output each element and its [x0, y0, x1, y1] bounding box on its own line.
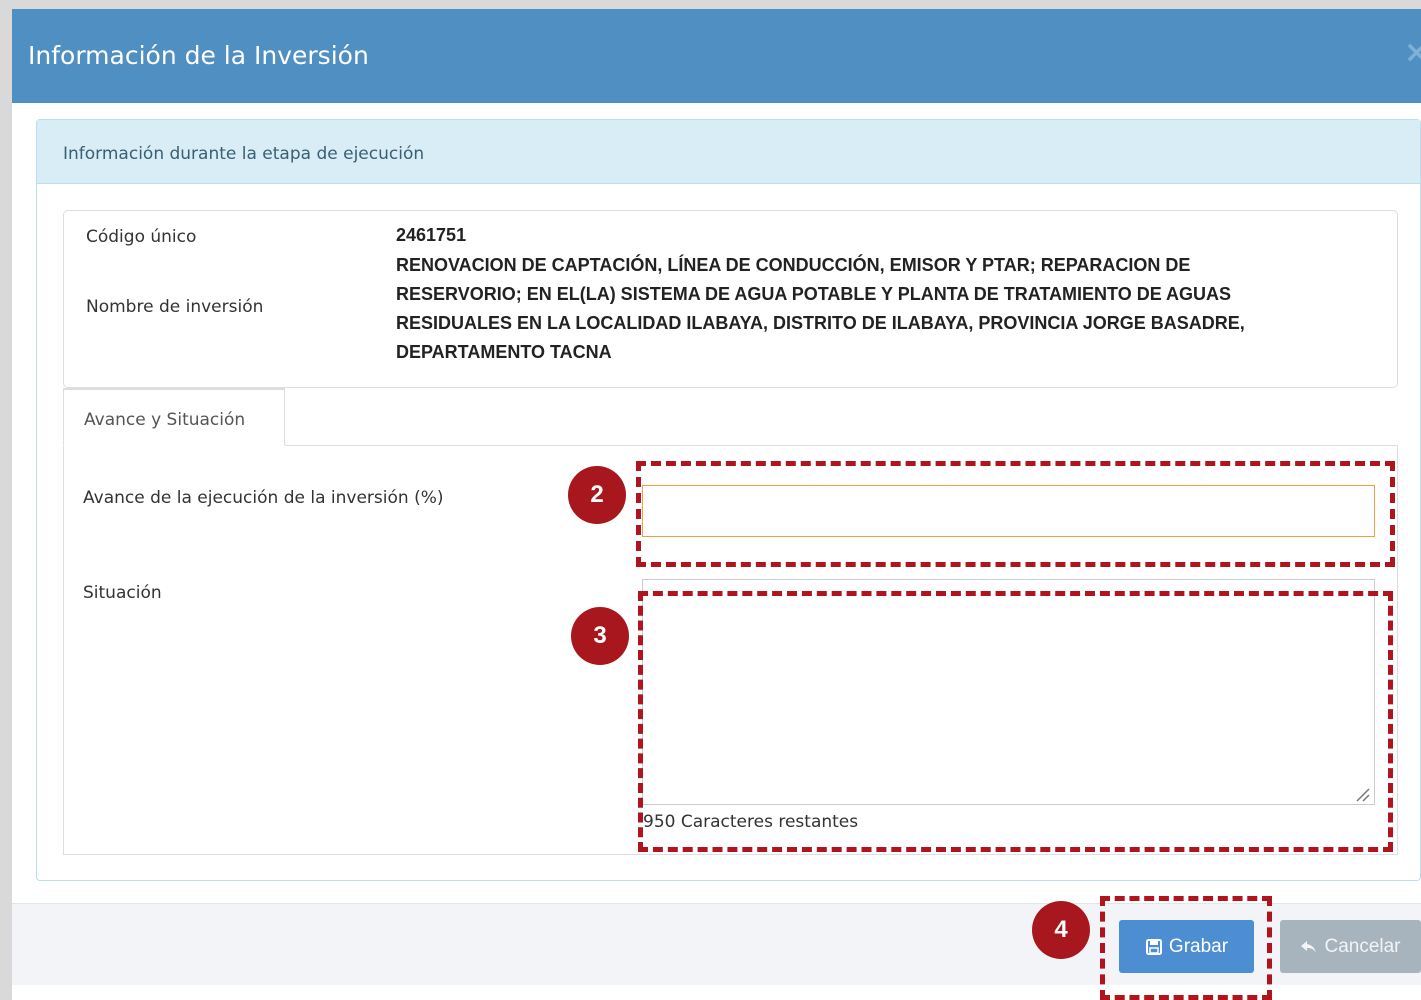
- cancelar-label: Cancelar: [1324, 935, 1401, 957]
- situacion-textarea[interactable]: [642, 579, 1375, 805]
- grabar-label: Grabar: [1168, 935, 1229, 957]
- tab-content: Avance de la ejecución de la inversión (…: [63, 445, 1398, 855]
- codigo-value: 2461751: [396, 225, 467, 245]
- avance-label: Avance de la ejecución de la inversión (…: [83, 488, 444, 508]
- annotation-badge-4: 4: [1032, 901, 1090, 959]
- situacion-label: Situación: [83, 583, 162, 603]
- tab-avance-situacion[interactable]: Avance y Situación: [63, 388, 285, 446]
- panel-heading-text: Información durante la etapa de ejecució…: [63, 144, 425, 164]
- nombre-line-3: RESIDUALES EN LA LOCALIDAD ILABAYA, DIST…: [396, 313, 1245, 333]
- execution-info-panel: Información durante la etapa de ejecució…: [36, 119, 1421, 881]
- tab-label: Avance y Situación: [84, 410, 246, 430]
- avance-input[interactable]: [642, 485, 1375, 537]
- undo-icon: [1301, 940, 1317, 953]
- panel-heading: Información durante la etapa de ejecució…: [37, 120, 1420, 184]
- close-icon[interactable]: ×: [1404, 35, 1421, 70]
- backdrop-top: [0, 0, 1421, 9]
- nombre-line-2: RESERVORIO; EN EL(LA) SISTEMA DE AGUA PO…: [396, 284, 1232, 304]
- modal-header: Información de la Inversión ×: [12, 9, 1421, 103]
- investment-info-modal: Información de la Inversión × Informació…: [12, 9, 1421, 985]
- tab-strip: Avance y Situación: [63, 388, 1398, 446]
- annotation-badge-3: 3: [571, 607, 629, 665]
- nombre-line-4: DEPARTAMENTO TACNA: [396, 342, 612, 362]
- grabar-button[interactable]: Grabar: [1119, 920, 1254, 973]
- save-icon: [1145, 938, 1162, 955]
- resize-grip-icon[interactable]: [1353, 785, 1371, 803]
- investment-summary-box: Código único 2461751 Nombre de inversión…: [63, 210, 1398, 388]
- backdrop: [0, 0, 12, 1000]
- modal-footer: Grabar Cancelar: [12, 903, 1421, 985]
- nombre-label: Nombre de inversión: [86, 297, 264, 317]
- nombre-line-1: RENOVACION DE CAPTACIÓN, LÍNEA DE CONDUC…: [396, 255, 1191, 275]
- annotation-badge-2: 2: [568, 466, 626, 524]
- codigo-label: Código único: [86, 227, 197, 247]
- modal-title: Información de la Inversión: [28, 41, 369, 70]
- cancelar-button[interactable]: Cancelar: [1280, 920, 1421, 973]
- char-count: 950 Caracteres restantes: [643, 812, 859, 832]
